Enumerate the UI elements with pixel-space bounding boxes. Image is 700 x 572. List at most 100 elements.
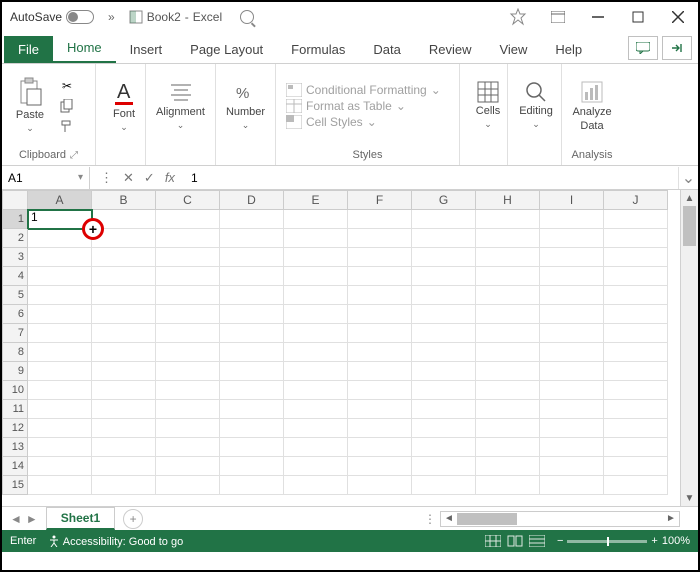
zoom-slider[interactable] (567, 540, 647, 543)
cell[interactable] (604, 305, 668, 324)
cell[interactable] (476, 343, 540, 362)
cell[interactable] (476, 400, 540, 419)
cell[interactable] (348, 438, 412, 457)
cell[interactable] (156, 267, 220, 286)
cell[interactable] (540, 476, 604, 495)
cell[interactable] (28, 248, 92, 267)
cell[interactable] (284, 419, 348, 438)
cell[interactable] (284, 476, 348, 495)
close-icon[interactable] (658, 2, 698, 32)
cell[interactable] (284, 381, 348, 400)
fx-icon[interactable]: fx (165, 170, 175, 185)
analyze-data-button[interactable]: Analyze Data (568, 78, 616, 134)
cell[interactable] (412, 324, 476, 343)
tab-insert[interactable]: Insert (116, 36, 177, 63)
cell[interactable] (220, 438, 284, 457)
cell[interactable] (348, 248, 412, 267)
cell[interactable] (540, 267, 604, 286)
cell[interactable] (412, 229, 476, 248)
cell[interactable] (540, 381, 604, 400)
format-as-table-button[interactable]: Format as Table⌄ (286, 99, 441, 113)
row-header[interactable]: 11 (2, 400, 28, 419)
hscroll-resize-icon[interactable]: ⋮ (424, 512, 440, 526)
cell[interactable] (156, 229, 220, 248)
paste-button[interactable]: Paste ⌄ (8, 75, 52, 136)
autosave-toggle[interactable]: AutoSave (2, 10, 102, 24)
cell[interactable] (284, 457, 348, 476)
row-header[interactable]: 15 (2, 476, 28, 495)
cell[interactable] (348, 229, 412, 248)
cell[interactable] (476, 305, 540, 324)
column-header[interactable]: J (604, 190, 668, 210)
cell[interactable] (540, 286, 604, 305)
cell[interactable] (476, 286, 540, 305)
cancel-icon[interactable]: ✕ (123, 170, 134, 186)
font-group-button[interactable]: A Font ⌄ (102, 76, 146, 135)
cell[interactable] (476, 457, 540, 476)
page-layout-view-icon[interactable] (507, 535, 523, 547)
cell[interactable] (28, 381, 92, 400)
conditional-formatting-button[interactable]: Conditional Formatting⌄ (286, 83, 441, 97)
comments-button[interactable] (628, 36, 658, 60)
column-header[interactable]: H (476, 190, 540, 210)
copy-icon[interactable] (58, 98, 76, 114)
cell[interactable] (284, 324, 348, 343)
cell[interactable] (604, 476, 668, 495)
cell[interactable] (604, 381, 668, 400)
cell[interactable] (220, 476, 284, 495)
formula-input[interactable] (185, 171, 678, 185)
quick-access-overflow[interactable]: » (102, 10, 121, 24)
sheet-nav-prev-icon[interactable]: ◄ (10, 512, 22, 526)
cell[interactable] (348, 305, 412, 324)
search-icon[interactable] (240, 10, 254, 24)
dialog-launcher-icon[interactable]: ⤢ (70, 150, 78, 161)
editing-group-button[interactable]: Editing ⌄ (514, 79, 558, 132)
row-header[interactable]: 7 (2, 324, 28, 343)
chevron-down-icon[interactable]: ▾ (78, 172, 83, 183)
cell[interactable] (348, 286, 412, 305)
cell[interactable] (156, 457, 220, 476)
tab-formulas[interactable]: Formulas (277, 36, 359, 63)
formula-options-icon[interactable]: ⋮ (100, 170, 113, 186)
coming-soon-icon[interactable] (498, 2, 538, 32)
cell[interactable] (284, 210, 348, 229)
formula-expand-icon[interactable]: ⌄ (678, 167, 698, 189)
row-header[interactable]: 6 (2, 305, 28, 324)
cell[interactable] (156, 210, 220, 229)
zoom-out-icon[interactable]: − (557, 535, 563, 547)
cell[interactable] (476, 419, 540, 438)
row-header[interactable]: 2 (2, 229, 28, 248)
cell[interactable] (412, 419, 476, 438)
cell[interactable] (412, 362, 476, 381)
cell[interactable] (604, 343, 668, 362)
cell[interactable] (156, 419, 220, 438)
tab-home[interactable]: Home (53, 34, 116, 63)
cell[interactable] (604, 362, 668, 381)
cell[interactable] (540, 305, 604, 324)
cell[interactable] (220, 210, 284, 229)
cell[interactable] (28, 229, 92, 248)
enter-icon[interactable]: ✓ (144, 170, 155, 186)
cell[interactable] (28, 324, 92, 343)
vertical-scrollbar[interactable]: ▲ ▼ (680, 190, 698, 506)
cell[interactable] (92, 400, 156, 419)
cell[interactable] (220, 457, 284, 476)
cell[interactable] (604, 438, 668, 457)
row-header[interactable]: 13 (2, 438, 28, 457)
cell[interactable] (92, 229, 156, 248)
cell[interactable] (604, 286, 668, 305)
add-sheet-button[interactable]: + (123, 509, 143, 529)
tab-help[interactable]: Help (541, 36, 596, 63)
cell[interactable] (348, 381, 412, 400)
cells-group-button[interactable]: Cells ⌄ (466, 79, 510, 132)
cell[interactable] (28, 400, 92, 419)
cell[interactable] (92, 457, 156, 476)
cell[interactable] (220, 248, 284, 267)
tab-review[interactable]: Review (415, 36, 486, 63)
zoom-in-icon[interactable]: + (651, 535, 657, 547)
cell[interactable] (28, 305, 92, 324)
cell-styles-button[interactable]: Cell Styles⌄ (286, 115, 441, 129)
cell[interactable] (348, 419, 412, 438)
cell[interactable] (220, 286, 284, 305)
cell[interactable] (28, 267, 92, 286)
